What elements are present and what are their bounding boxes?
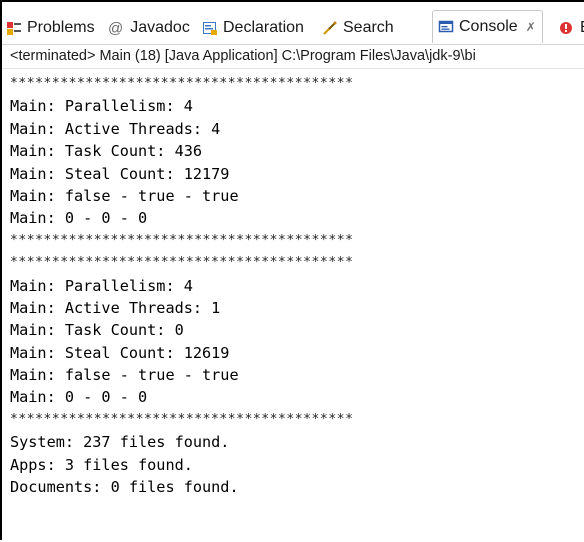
console-line: Main: false - true - true <box>10 186 239 205</box>
console-line: Documents: 0 files found. <box>10 478 239 497</box>
tab-label: Javadoc <box>130 19 190 36</box>
console-line: Main: Steal Count: 12179 <box>10 164 230 183</box>
tab-label: Er <box>580 19 584 37</box>
console-line: Main: Task Count: 436 <box>10 142 203 161</box>
tab-label: Declaration <box>223 19 304 36</box>
console-line: ****************************************… <box>10 411 354 427</box>
console-line: Main: 0 - 0 - 0 <box>10 209 148 228</box>
console-output[interactable]: ****************************************… <box>2 73 584 542</box>
tab-declaration[interactable]: Declaration <box>202 12 304 44</box>
declaration-icon <box>202 20 218 36</box>
search-icon <box>322 20 338 36</box>
console-icon <box>438 19 454 35</box>
console-view: Problems @ Javadoc Declaration Search Co… <box>0 0 584 540</box>
console-line: Apps: 3 files found. <box>10 455 193 474</box>
javadoc-icon: @ <box>108 20 124 37</box>
process-status: <terminated> Main (18) [Java Application… <box>2 44 584 69</box>
tab-javadoc[interactable]: @ Javadoc <box>108 12 190 44</box>
console-line: Main: Steal Count: 12619 <box>10 343 230 362</box>
view-tab-bar: Problems @ Javadoc Declaration Search Co… <box>2 2 584 44</box>
console-line: ****************************************… <box>10 232 354 248</box>
tab-label: Console <box>459 18 518 35</box>
console-line: Main: Task Count: 0 <box>10 321 184 340</box>
console-line: ****************************************… <box>10 76 354 91</box>
console-line: System: 237 files found. <box>10 433 230 452</box>
console-line: Main: Active Threads: 4 <box>10 119 221 138</box>
console-line: Main: Active Threads: 1 <box>10 298 221 317</box>
tab-problems[interactable]: Problems <box>6 12 95 44</box>
console-line: Main: false - true - true <box>10 366 239 385</box>
console-line: ****************************************… <box>10 255 354 271</box>
tab-label: Problems <box>27 19 95 36</box>
tab-label: Search <box>343 19 394 36</box>
console-line: Main: Parallelism: 4 <box>10 276 193 295</box>
tab-error-log[interactable]: Er <box>559 12 584 44</box>
error-log-icon <box>559 20 575 36</box>
problems-icon <box>6 20 22 36</box>
console-line: Main: 0 - 0 - 0 <box>10 388 148 407</box>
console-line: Main: Parallelism: 4 <box>10 97 193 116</box>
tab-search[interactable]: Search <box>322 12 394 44</box>
close-icon[interactable]: ✗ <box>526 20 536 34</box>
tab-console[interactable]: Console ✗ <box>432 10 543 43</box>
